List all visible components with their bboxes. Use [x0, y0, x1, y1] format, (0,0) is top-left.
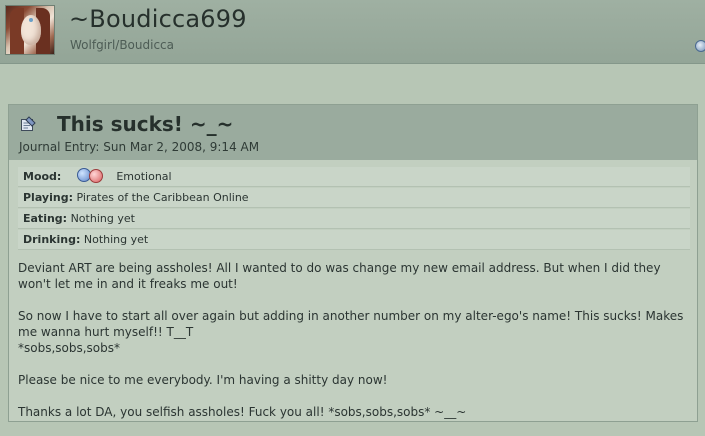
entry-metadata: Mood: Emotional Playing: Pirates of the …	[18, 167, 690, 251]
drinking-row: Drinking: Nothing yet	[18, 230, 690, 250]
drinking-value: Nothing yet	[83, 233, 149, 246]
mood-value: Emotional	[116, 170, 172, 183]
eating-value: Nothing yet	[70, 212, 135, 225]
eating-label: Eating:	[23, 212, 68, 225]
mood-row: Mood: Emotional	[18, 167, 690, 187]
entry-title: This sucks! ~_~	[57, 112, 234, 136]
drinking-label: Drinking:	[23, 233, 81, 246]
journal-icon	[21, 116, 36, 131]
info-icon[interactable]	[695, 40, 705, 52]
avatar[interactable]	[5, 5, 55, 55]
mood-label: Mood:	[23, 170, 62, 183]
eating-row: Eating: Nothing yet	[18, 209, 690, 229]
emotional-mood-icon	[76, 168, 105, 183]
entry-paragraph-2: So now I have to start all over again bu…	[18, 309, 684, 355]
playing-label: Playing:	[23, 191, 73, 204]
playing-row: Playing: Pirates of the Caribbean Online	[18, 188, 690, 208]
profile-header: ~Boudicca699 Wolfgirl/Boudicca	[0, 0, 705, 64]
journal-entry-header: This sucks! ~_~ Journal Entry: Sun Mar 2…	[9, 105, 697, 160]
profile-subtitle: Wolfgirl/Boudicca	[70, 38, 175, 52]
playing-value: Pirates of the Caribbean Online	[76, 191, 249, 204]
journal-entry-panel: This sucks! ~_~ Journal Entry: Sun Mar 2…	[8, 104, 698, 422]
entry-paragraph-4: Thanks a lot DA, you selfish assholes! F…	[18, 405, 467, 419]
avatar-jewel	[29, 18, 33, 22]
mood-bubble-red	[88, 169, 103, 183]
entry-body: Deviant ART are being assholes! All I wa…	[18, 260, 690, 436]
entry-paragraph-1: Deviant ART are being assholes! All I wa…	[18, 261, 661, 291]
entry-date: Journal Entry: Sun Mar 2, 2008, 9:14 AM	[19, 140, 260, 154]
username[interactable]: ~Boudicca699	[69, 5, 247, 33]
entry-paragraph-3: Please be nice to me everybody. I'm havi…	[18, 373, 388, 387]
